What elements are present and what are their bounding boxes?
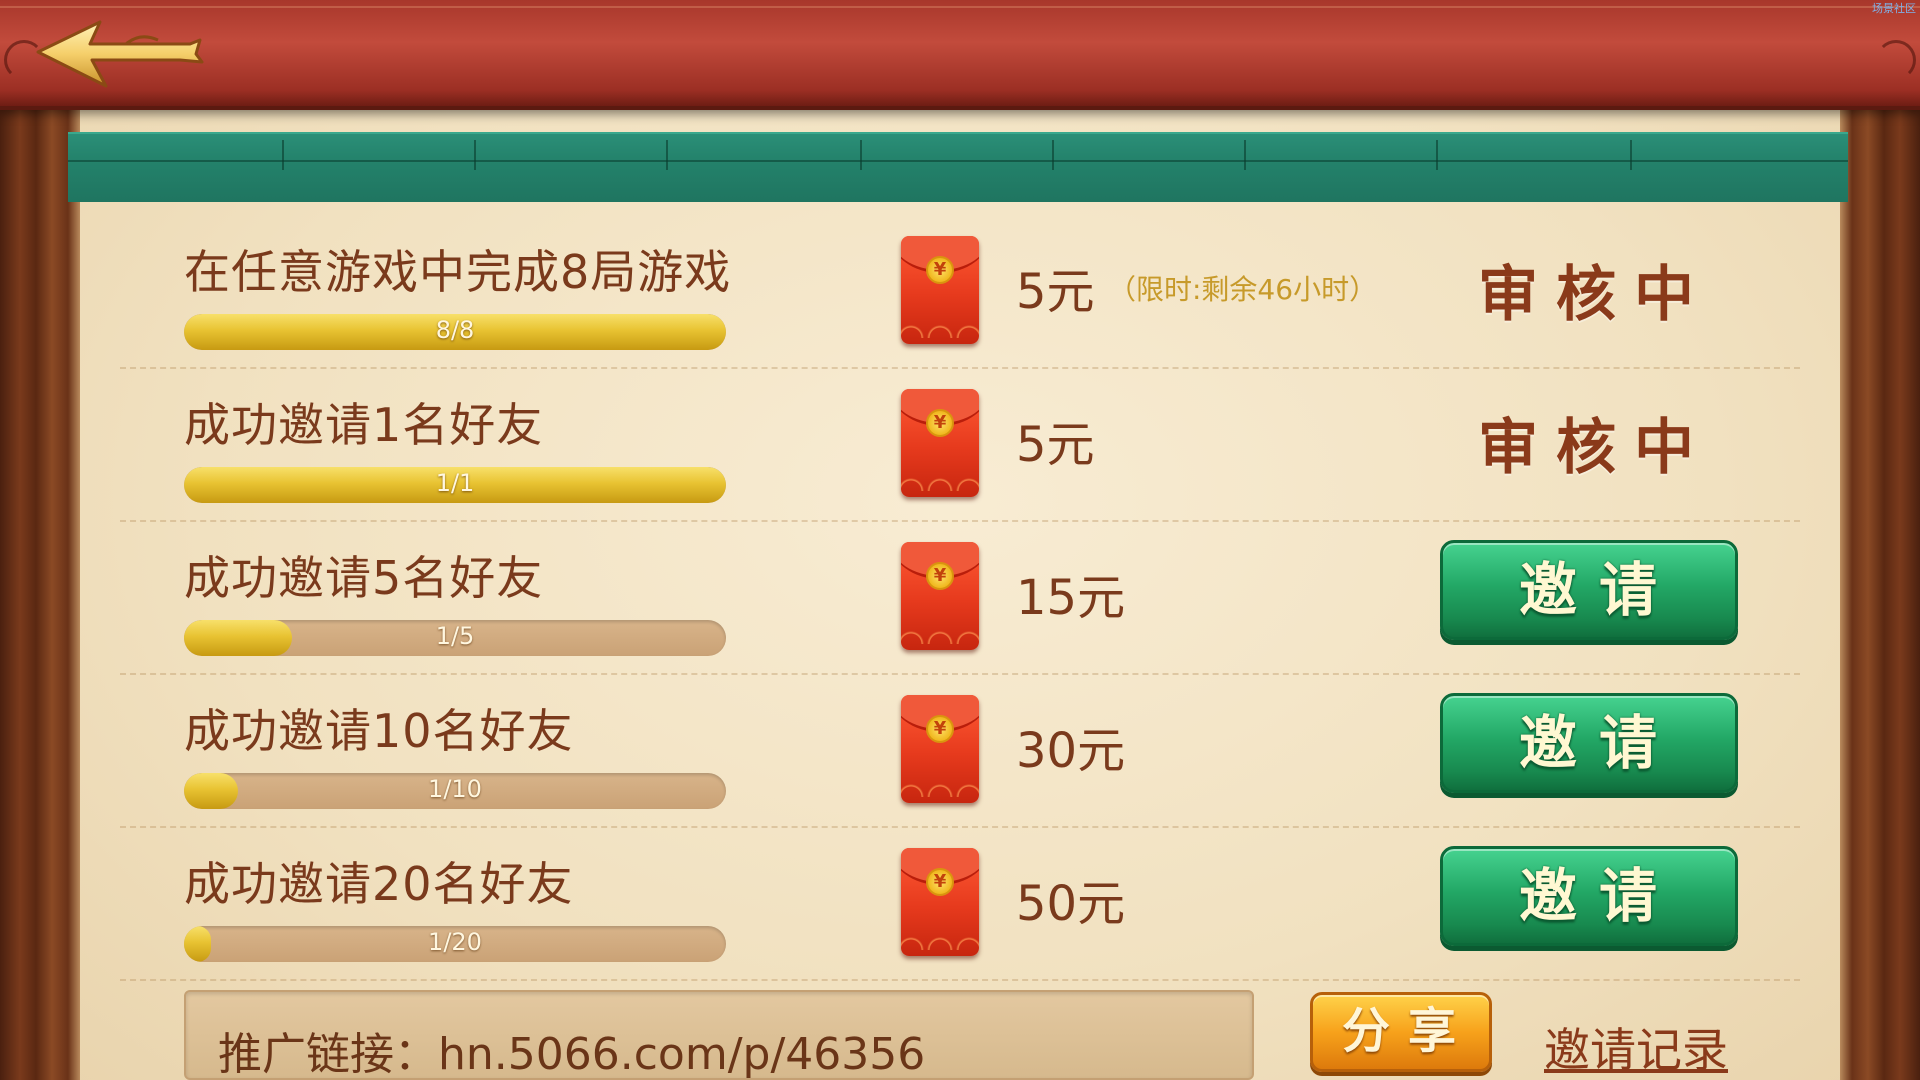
progress-bar: 1/5 [184, 620, 726, 656]
tab-divider [282, 140, 284, 170]
tab-divider [1052, 140, 1054, 170]
task-title: 成功邀请1名好友 [184, 398, 544, 452]
reward-amount: 5元 [1016, 264, 1095, 320]
progress-text: 1/1 [435, 469, 475, 497]
progress-bar: 1/10 [184, 773, 726, 809]
task-title: 在任意游戏中完成8局游戏 [184, 245, 732, 299]
tab-divider [860, 140, 862, 170]
tab-divider [666, 140, 668, 170]
task-row: 成功邀请5名好友 1/5 ¥ 15元 邀请 [120, 522, 1800, 675]
tab-divider [474, 140, 476, 170]
progress-bar: 8/8 [184, 314, 726, 350]
task-title: 成功邀请10名好友 [184, 704, 574, 758]
promo-link-field[interactable]: 推广链接：hn.5066.com/p/46356 [184, 990, 1254, 1080]
corner-ornament-right [1876, 40, 1916, 80]
time-limit-note: （限时:剩余46小时） [1108, 273, 1378, 306]
status-under-review: 审核中 [1478, 413, 1712, 483]
yuan-coin-icon: ¥ [926, 256, 954, 284]
task-row: 成功邀请1名好友 1/1 ¥ 5元 审核中 [120, 369, 1800, 522]
tab-strip-line [68, 160, 1848, 162]
share-button[interactable]: 分享 [1310, 992, 1492, 1072]
curtain-right [1840, 100, 1920, 1080]
red-envelope-icon: ¥ [901, 695, 979, 803]
invite-button[interactable]: 邀请 [1440, 540, 1738, 640]
back-button[interactable] [30, 14, 210, 94]
status-under-review: 审核中 [1478, 260, 1712, 330]
envelope-wave-pattern [901, 622, 979, 644]
progress-text: 1/5 [435, 622, 475, 650]
curtain-left [0, 100, 80, 1080]
task-title: 成功邀请20名好友 [184, 857, 574, 911]
tab-divider [1244, 140, 1246, 170]
progress-bar: 1/1 [184, 467, 726, 503]
progress-text: 1/10 [428, 775, 482, 803]
reward-amount: 50元 [1016, 876, 1126, 932]
yuan-coin-icon: ¥ [926, 409, 954, 437]
task-row: 成功邀请20名好友 1/20 ¥ 50元 邀请 [120, 828, 1800, 981]
envelope-wave-pattern [901, 928, 979, 950]
task-row: 在任意游戏中完成8局游戏 8/8 ¥ 5元 （限时:剩余46小时） 审核中 [120, 216, 1800, 369]
envelope-wave-pattern [901, 316, 979, 338]
progress-bar: 1/20 [184, 926, 726, 962]
task-row: 成功邀请10名好友 1/10 ¥ 30元 邀请 [120, 675, 1800, 828]
tab-strip [68, 132, 1848, 202]
reward-amount: 30元 [1016, 723, 1126, 779]
reward-amount: 5元 [1016, 417, 1095, 473]
invite-button[interactable]: 邀请 [1440, 846, 1738, 946]
yuan-coin-icon: ¥ [926, 562, 954, 590]
task-title: 成功邀请5名好友 [184, 551, 544, 605]
tab-divider [1436, 140, 1438, 170]
site-watermark: 场景社区 [1872, 2, 1916, 15]
yuan-coin-icon: ¥ [926, 868, 954, 896]
back-arrow-icon [36, 20, 204, 88]
invite-button[interactable]: 邀请 [1440, 693, 1738, 793]
red-envelope-icon: ¥ [901, 542, 979, 650]
progress-text: 1/20 [428, 928, 482, 956]
reward-amount: 15元 [1016, 570, 1126, 626]
progress-text: 8/8 [435, 316, 475, 344]
tab-divider [1630, 140, 1632, 170]
red-envelope-icon: ¥ [901, 389, 979, 497]
red-envelope-icon: ¥ [901, 848, 979, 956]
yuan-coin-icon: ¥ [926, 715, 954, 743]
top-bar: 场景社区 [0, 0, 1920, 110]
red-envelope-icon: ¥ [901, 236, 979, 344]
task-list: 在任意游戏中完成8局游戏 8/8 ¥ 5元 （限时:剩余46小时） 审核中 成功… [120, 216, 1800, 981]
invite-record-link[interactable]: 邀请记录 [1544, 1014, 1728, 1080]
envelope-wave-pattern [901, 469, 979, 491]
promo-link-text: 推广链接：hn.5066.com/p/46356 [218, 1029, 926, 1080]
envelope-wave-pattern [901, 775, 979, 797]
